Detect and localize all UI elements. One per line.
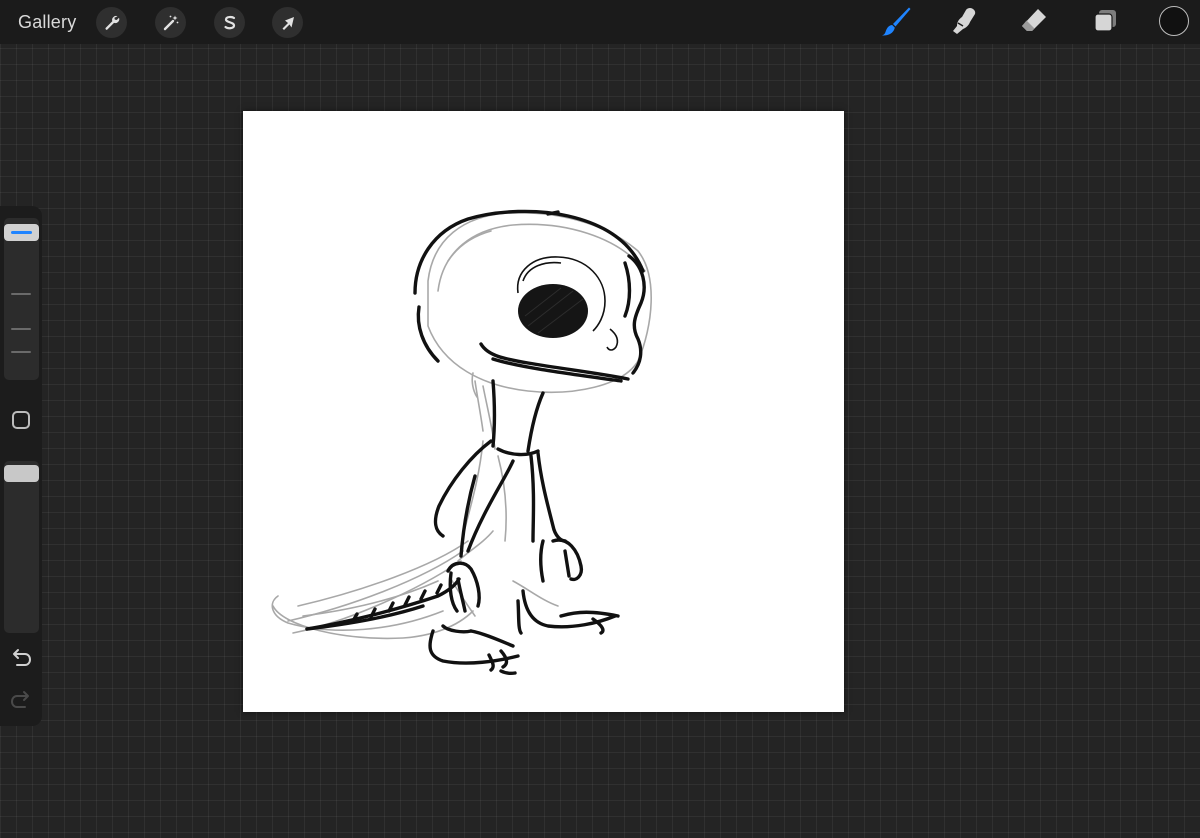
redo-button[interactable]	[9, 690, 33, 712]
transform-button[interactable]	[272, 7, 303, 38]
modify-button[interactable]	[12, 411, 30, 429]
smudge-tool-button[interactable]	[947, 6, 981, 40]
magic-wand-icon	[162, 14, 180, 32]
brush-opacity-thumb[interactable]	[4, 465, 39, 482]
selection-s-icon	[221, 14, 239, 32]
layers-icon	[1091, 7, 1119, 40]
brush-tool-button[interactable]	[879, 6, 913, 40]
size-tick-mark	[11, 328, 31, 330]
redo-arrow-icon	[9, 691, 33, 716]
brush-size-thumb[interactable]	[4, 224, 39, 241]
brush-size-slider[interactable]	[4, 218, 39, 380]
size-tick-mark	[11, 351, 31, 353]
undo-arrow-icon	[9, 649, 33, 674]
color-picker-button[interactable]	[1159, 6, 1189, 36]
wrench-icon	[103, 14, 121, 32]
brush-opacity-slider[interactable]	[4, 461, 39, 633]
size-indicator-line	[11, 231, 32, 234]
eraser-icon	[1019, 6, 1049, 41]
undo-button[interactable]	[9, 648, 33, 670]
size-tick-mark	[11, 293, 31, 295]
drawing-canvas[interactable]	[243, 111, 844, 712]
arrow-cursor-icon	[279, 14, 297, 32]
eraser-tool-button[interactable]	[1017, 6, 1051, 40]
actions-button[interactable]	[96, 7, 127, 38]
adjustments-button[interactable]	[155, 7, 186, 38]
top-toolbar: Gallery	[0, 0, 1200, 44]
procreate-app: Gallery	[0, 0, 1200, 838]
brush-icon	[880, 5, 912, 42]
lizard-character-pencil-sketch-icon	[271, 209, 652, 676]
smudge-finger-icon	[949, 6, 979, 41]
selection-button[interactable]	[214, 7, 245, 38]
layers-button[interactable]	[1088, 6, 1122, 40]
gallery-button[interactable]: Gallery	[18, 11, 76, 33]
